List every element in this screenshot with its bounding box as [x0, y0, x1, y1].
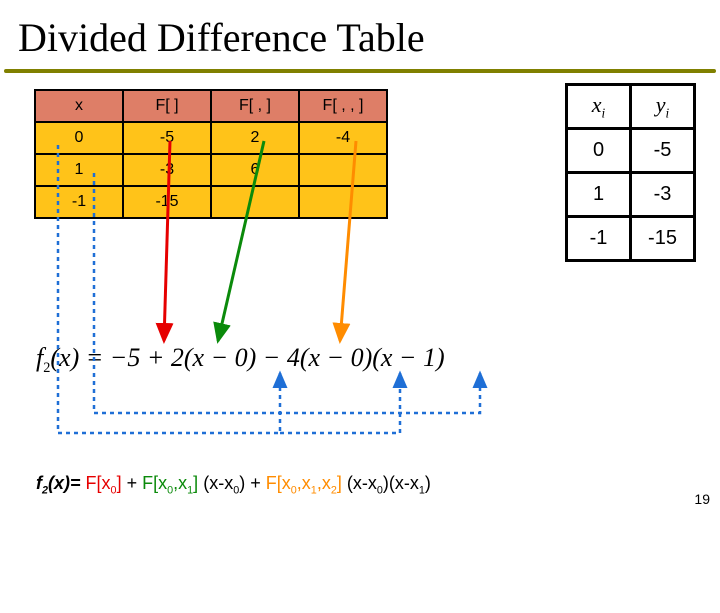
dd-cell: -3	[123, 154, 211, 186]
divided-difference-table: x F[ ] F[ , ] F[ , , ] 0 -5 2 -4 1 -3 6 …	[34, 89, 388, 219]
general-formula: f2(x)= F[x0] + F[x0,x1] (x-x0) + F[x0,x1…	[36, 473, 431, 497]
xy-header-yi: yi	[631, 85, 695, 129]
table-row: 1 -3	[567, 173, 695, 217]
dd-cell: 2	[211, 122, 299, 154]
xy-cell: -15	[631, 217, 695, 261]
dd-cell	[211, 186, 299, 218]
table-row: 0 -5	[567, 129, 695, 173]
dd-header-x: x	[35, 90, 123, 122]
xy-header-xi: xi	[567, 85, 631, 129]
dd-cell: 1	[35, 154, 123, 186]
dd-cell: -5	[123, 122, 211, 154]
xy-cell: 0	[567, 129, 631, 173]
xy-cell: 1	[567, 173, 631, 217]
table-row: xi yi	[567, 85, 695, 129]
table-row: x F[ ] F[ , ] F[ , , ]	[35, 90, 387, 122]
table-row: 0 -5 2 -4	[35, 122, 387, 154]
dd-cell: 0	[35, 122, 123, 154]
xy-cell: -1	[567, 217, 631, 261]
interpolation-formula: f2(x) = −5 + 2(x − 0) − 4(x − 0)(x − 1)	[36, 343, 445, 377]
dd-header-f2: F[ , ]	[211, 90, 299, 122]
dd-cell: -1	[35, 186, 123, 218]
dotted-blue-path-1b-icon	[280, 373, 400, 433]
table-row: 1 -3 6	[35, 154, 387, 186]
table-row: -1 -15	[567, 217, 695, 261]
content-area: x F[ ] F[ , ] F[ , , ] 0 -5 2 -4 1 -3 6 …	[0, 73, 720, 513]
dd-cell: 6	[211, 154, 299, 186]
xy-cell: -5	[631, 129, 695, 173]
xy-cell: -3	[631, 173, 695, 217]
dd-cell	[299, 186, 387, 218]
dd-header-f3: F[ , , ]	[299, 90, 387, 122]
dd-cell: -4	[299, 122, 387, 154]
dd-cell	[299, 154, 387, 186]
page-number: 19	[694, 491, 710, 507]
dd-header-f: F[ ]	[123, 90, 211, 122]
page-title: Divided Difference Table	[0, 0, 720, 67]
xy-table: xi yi 0 -5 1 -3 -1 -15	[565, 83, 696, 262]
dd-cell: -15	[123, 186, 211, 218]
table-row: -1 -15	[35, 186, 387, 218]
